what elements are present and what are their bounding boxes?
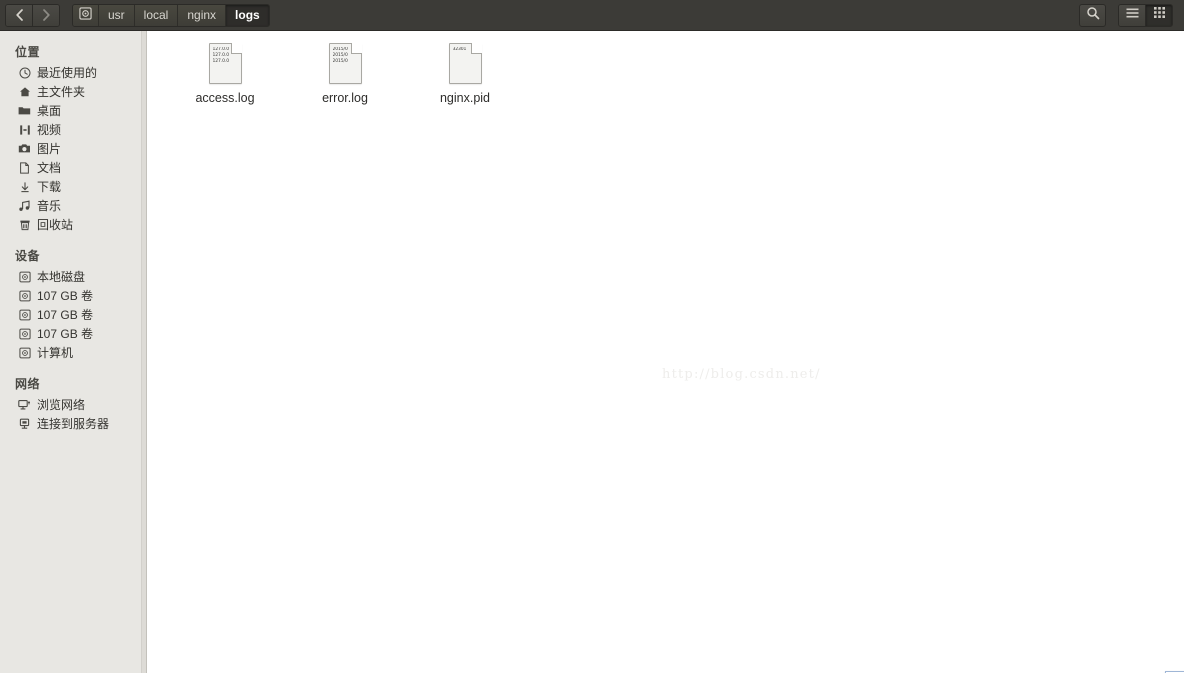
file-manager-window: usr local nginx logs 位置 最近使用的 主文件夹 桌面 视频…	[0, 0, 1184, 676]
breadcrumb: usr local nginx logs	[72, 3, 270, 27]
forward-button[interactable]	[32, 4, 59, 26]
drive-icon	[17, 308, 32, 322]
camera-icon	[17, 142, 32, 156]
list-view-button[interactable]	[1119, 4, 1145, 26]
sidebar-item-browse-network[interactable]: 浏览网络	[0, 395, 141, 414]
folder-icon	[17, 104, 32, 118]
icon-grid: 127.0.0 127.0.0 127.0.0 access.log 2015/…	[147, 31, 1184, 105]
network-icon	[17, 398, 32, 412]
list-view-icon	[1126, 6, 1139, 24]
drive-icon	[17, 327, 32, 341]
sidebar-item-local-disk[interactable]: 本地磁盘	[0, 267, 141, 286]
file-preview-text: 127.0.0 127.0.0 127.0.0	[213, 47, 238, 65]
sidebar-item-trash[interactable]: 回收站	[0, 215, 141, 234]
sidebar-item-label: 回收站	[37, 217, 74, 232]
view-mode-switcher	[1118, 3, 1173, 27]
video-icon	[17, 123, 32, 137]
home-icon	[17, 85, 32, 99]
drive-icon	[79, 7, 92, 23]
sidebar-item-recent[interactable]: 最近使用的	[0, 63, 141, 82]
breadcrumb-item-nginx[interactable]: nginx	[177, 4, 226, 26]
chevron-right-icon	[42, 9, 51, 21]
breadcrumb-item-root[interactable]	[73, 4, 98, 26]
sidebar-item-label: 文档	[37, 160, 62, 175]
sidebar-item-label: 107 GB 卷	[37, 307, 94, 322]
search-button[interactable]	[1079, 3, 1106, 27]
breadcrumb-item-local[interactable]: local	[133, 4, 178, 26]
sidebar-item-computer[interactable]: 计算机	[0, 343, 141, 362]
sidebar-item-volume-1[interactable]: 107 GB 卷	[0, 286, 141, 305]
sidebar-item-label: 视频	[37, 122, 62, 137]
sidebar-item-label: 本地磁盘	[37, 269, 86, 284]
file-list-view[interactable]: 127.0.0 127.0.0 127.0.0 access.log 2015/…	[147, 31, 1184, 676]
sidebar-item-label: 主文件夹	[37, 84, 86, 99]
toolbar: usr local nginx logs	[0, 0, 1184, 31]
sidebar-item-label: 浏览网络	[37, 397, 86, 412]
file-item-nginx-pid[interactable]: 32301 nginx.pid	[405, 39, 525, 105]
text-file-icon: 32301	[448, 42, 482, 84]
file-preview-text: 32301	[453, 47, 478, 53]
text-file-icon: 2015/0 2015/0 2015/0	[328, 42, 362, 84]
sidebar: 位置 最近使用的 主文件夹 桌面 视频 图片 文档 下载 音乐 回收站 设备 本…	[0, 31, 141, 676]
navigation-buttons	[5, 3, 60, 27]
sidebar-section-network-header: 网络	[15, 377, 41, 391]
sidebar-item-videos[interactable]: 视频	[0, 120, 141, 139]
file-item-access-log[interactable]: 127.0.0 127.0.0 127.0.0 access.log	[165, 39, 285, 105]
sidebar-item-home[interactable]: 主文件夹	[0, 82, 141, 101]
file-preview-text: 2015/0 2015/0 2015/0	[333, 47, 358, 65]
sidebar-item-label: 连接到服务器	[37, 416, 110, 431]
sidebar-item-label: 音乐	[37, 198, 62, 213]
sidebar-item-label: 图片	[37, 141, 62, 156]
sidebar-item-label: 计算机	[37, 345, 74, 360]
file-name-label: nginx.pid	[439, 91, 491, 105]
sidebar-section-devices-header: 设备	[15, 249, 41, 263]
preview-line: 2015/0	[332, 59, 348, 64]
sidebar-item-documents[interactable]: 文档	[0, 158, 141, 177]
breadcrumb-item-usr[interactable]: usr	[98, 4, 134, 26]
file-name-label: error.log	[322, 91, 368, 105]
window-body: 位置 最近使用的 主文件夹 桌面 视频 图片 文档 下载 音乐 回收站 设备 本…	[0, 31, 1184, 676]
drive-icon	[17, 289, 32, 303]
download-icon	[17, 180, 32, 194]
sidebar-item-pictures[interactable]: 图片	[0, 139, 141, 158]
sidebar-item-downloads[interactable]: 下载	[0, 177, 141, 196]
chevron-left-icon	[15, 9, 24, 21]
clock-icon	[17, 66, 32, 80]
preview-line: 32301	[452, 47, 467, 52]
back-button[interactable]	[6, 4, 32, 26]
music-icon	[17, 199, 32, 213]
sidebar-item-volume-3[interactable]: 107 GB 卷	[0, 324, 141, 343]
sidebar-item-label: 桌面	[37, 103, 62, 118]
file-name-label: access.log	[195, 91, 255, 105]
sidebar-item-label: 下载	[37, 179, 62, 194]
drive-icon	[17, 346, 32, 360]
sidebar-item-connect-to-server[interactable]: 连接到服务器	[0, 414, 141, 433]
sidebar-item-desktop[interactable]: 桌面	[0, 101, 141, 120]
grid-view-icon	[1153, 6, 1166, 24]
sidebar-item-label: 107 GB 卷	[37, 288, 94, 303]
sidebar-section-places-header: 位置	[15, 45, 41, 59]
preview-line: 127.0.0	[212, 59, 230, 64]
search-icon	[1086, 6, 1100, 25]
grid-view-button[interactable]	[1145, 4, 1172, 26]
sidebar-item-volume-2[interactable]: 107 GB 卷	[0, 305, 141, 324]
drive-icon	[17, 270, 32, 284]
breadcrumb-item-logs[interactable]: logs	[225, 4, 269, 26]
watermark-url: http://blog.csdn.net/	[662, 367, 821, 382]
text-file-icon: 127.0.0 127.0.0 127.0.0	[208, 42, 242, 84]
file-item-error-log[interactable]: 2015/0 2015/0 2015/0 error.log	[285, 39, 405, 105]
sidebar-item-music[interactable]: 音乐	[0, 196, 141, 215]
server-icon	[17, 417, 32, 431]
sidebar-item-label: 最近使用的	[37, 65, 98, 80]
document-icon	[17, 161, 32, 175]
trash-icon	[17, 218, 32, 232]
sidebar-item-label: 107 GB 卷	[37, 326, 94, 341]
